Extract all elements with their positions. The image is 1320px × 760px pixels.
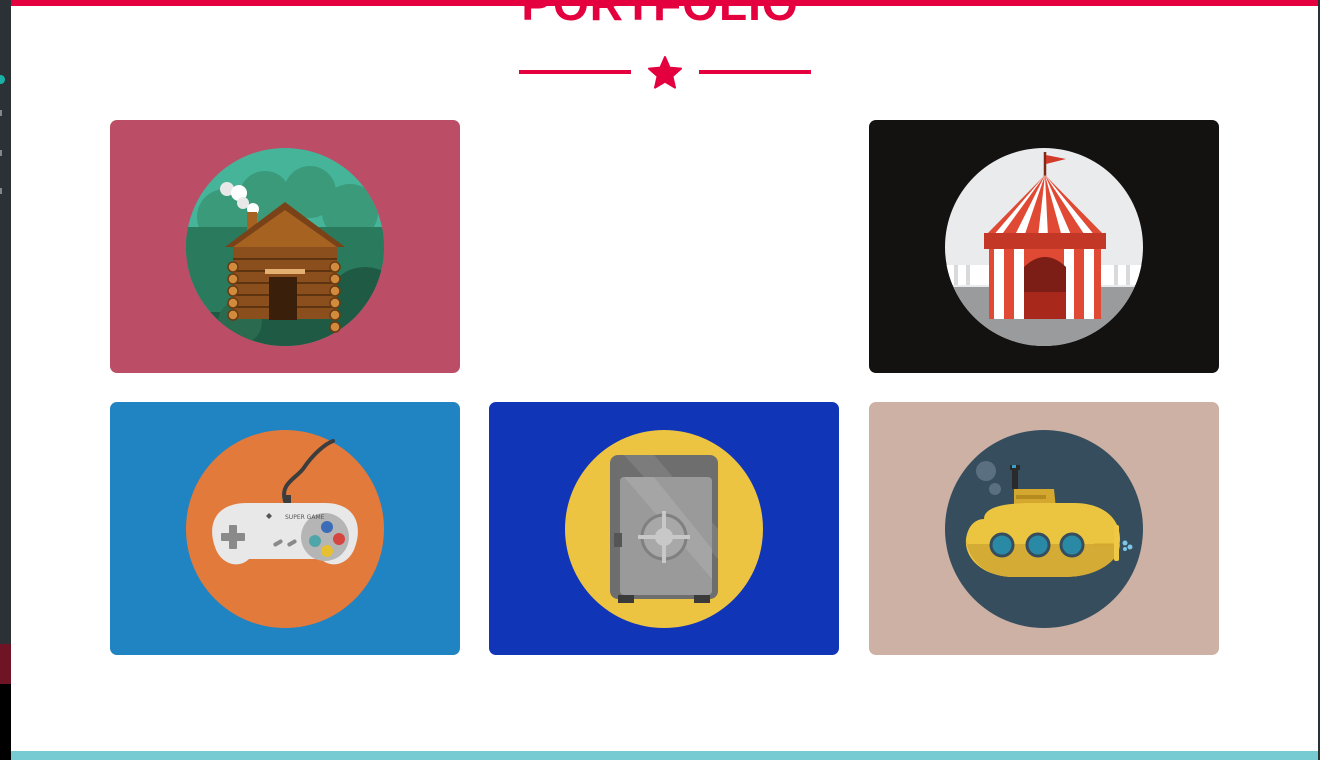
sidebar-indicator-dot <box>0 75 5 84</box>
sidebar-bottom <box>0 684 11 760</box>
safe-icon <box>565 430 763 628</box>
sidebar-tick <box>0 188 2 194</box>
divider-line-right <box>699 70 811 74</box>
portfolio-item-controller[interactable]: SUPER GAME <box>110 402 460 655</box>
left-sidebar-edge <box>0 0 11 760</box>
sidebar-tick <box>0 150 2 156</box>
sidebar-tick <box>0 110 2 116</box>
controller-brand-label: SUPER GAME <box>285 514 325 521</box>
game-controller-icon: SUPER GAME <box>186 430 384 628</box>
circus-tent-icon <box>945 148 1143 346</box>
title-divider <box>519 56 811 89</box>
sidebar-highlight <box>0 644 11 684</box>
divider-line-left <box>519 70 631 74</box>
footer-accent-band <box>11 751 1318 760</box>
portfolio-item-safe[interactable] <box>489 402 839 655</box>
portfolio-item-submarine[interactable] <box>869 402 1219 655</box>
section-title: PORTFOLIO <box>521 0 799 30</box>
portfolio-item-circus[interactable] <box>869 120 1219 373</box>
star-icon <box>648 56 682 89</box>
submarine-icon <box>945 430 1143 628</box>
page: PORTFOLIO SUPER GAME <box>0 0 1320 760</box>
portfolio-item-cabin[interactable] <box>110 120 460 373</box>
log-cabin-icon <box>186 148 384 346</box>
